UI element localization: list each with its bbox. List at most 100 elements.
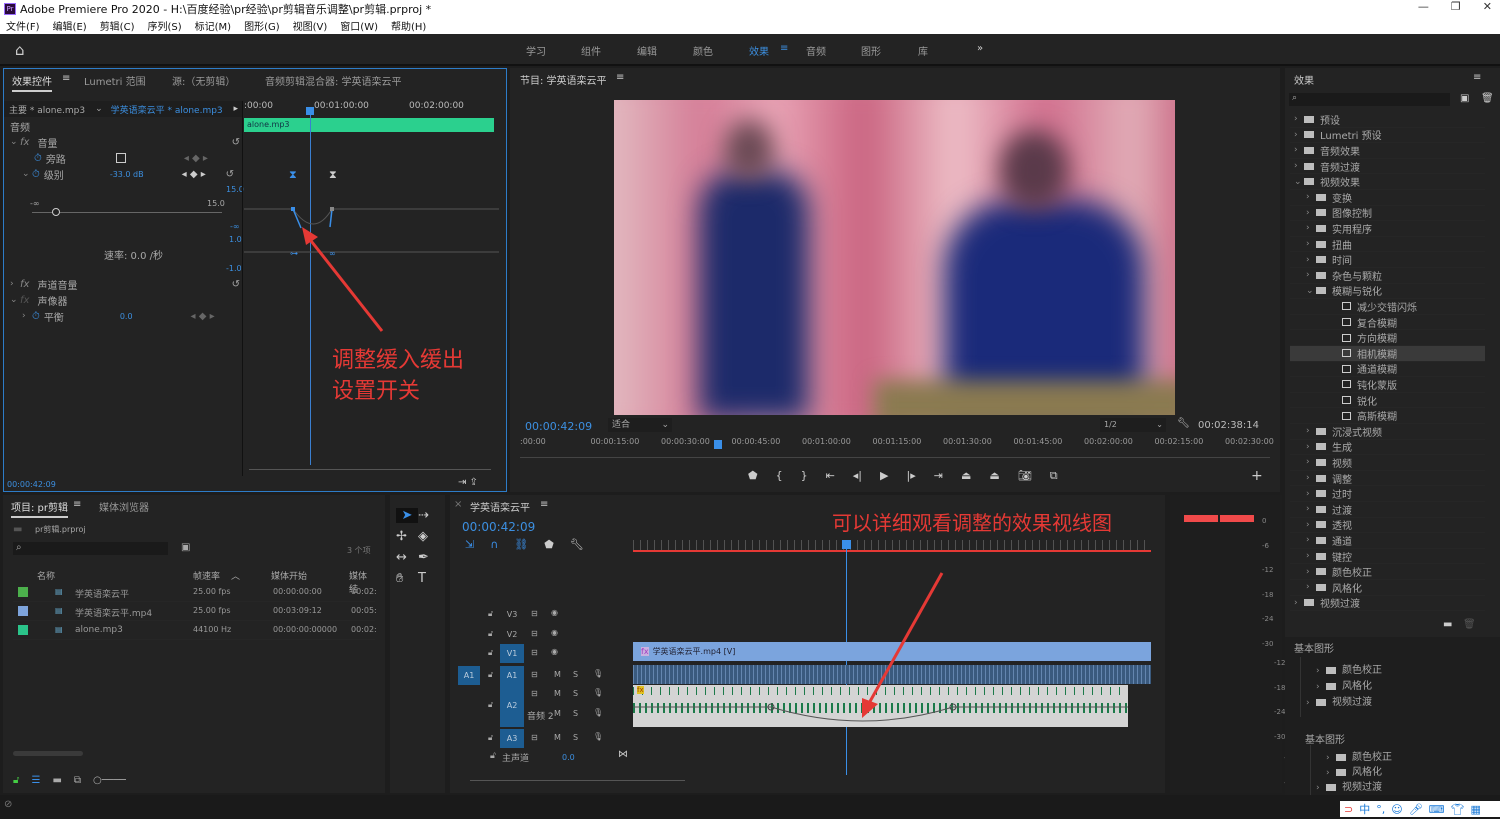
effects-tree-item[interactable]: 复合模糊 bbox=[1290, 315, 1485, 331]
lock-icon[interactable]: 🔓︎ bbox=[488, 670, 493, 680]
effects-tree-item[interactable]: › 颜色校正 bbox=[1290, 564, 1485, 580]
level-slider-thumb[interactable] bbox=[52, 208, 60, 216]
find-icon[interactable]: ▣ bbox=[181, 542, 190, 553]
effects-tree-item[interactable]: ⌄ 视频效果 bbox=[1290, 174, 1485, 190]
chevron-right-icon[interactable]: › bbox=[1306, 473, 1316, 483]
ime-toolbar[interactable]: ⊃ 中 °, ☺ 🎤︎ ⌨ 👕︎ ▦ bbox=[1340, 801, 1500, 817]
tab-media-browser[interactable]: 媒体浏览器 bbox=[99, 499, 149, 514]
chevron-down-icon[interactable]: ⌄ bbox=[1306, 286, 1316, 296]
tab-lumetri-scopes[interactable]: Lumetri 范围 bbox=[84, 73, 146, 88]
chevron-right-icon[interactable]: › bbox=[1306, 192, 1316, 202]
lock-icon[interactable]: 🔓︎ bbox=[488, 629, 493, 639]
lock-icon[interactable]: 🔓︎ bbox=[488, 733, 493, 743]
project-row[interactable]: ▤ 学英语栾云平.mp4 25.00 fps 00:03:09:12 00:05: bbox=[13, 603, 377, 621]
mark-in-icon[interactable]: { bbox=[776, 469, 783, 483]
effects-tree-item[interactable]: › 过渡 bbox=[1290, 502, 1485, 518]
lock-icon[interactable]: 🔓︎ bbox=[488, 648, 493, 658]
sequence-clip-label[interactable]: 学英语栾云平 * alone.mp3 bbox=[111, 103, 223, 116]
export-frame-icon[interactable]: 📷︎ bbox=[1018, 469, 1032, 483]
program-scrollbar[interactable] bbox=[520, 457, 1270, 458]
tab-effect-controls[interactable]: 效果控件 bbox=[12, 73, 52, 92]
effects-tree-item[interactable]: 锐化 bbox=[1290, 393, 1485, 409]
effects-tree-item[interactable]: › 音频过渡 bbox=[1290, 159, 1485, 175]
sync-lock-icon[interactable]: ⊟ bbox=[531, 733, 538, 742]
eye-icon[interactable]: ◉ bbox=[551, 608, 558, 617]
clip-bar[interactable]: alone.mp3 bbox=[244, 118, 494, 132]
solo-button[interactable]: S bbox=[573, 709, 578, 718]
effect-volume[interactable]: ⌄ fx 音量 ↺ bbox=[10, 134, 240, 150]
effects-tree-item[interactable]: › 生成 bbox=[1290, 440, 1485, 456]
resolution-dropdown[interactable]: 1/2 ⌄ bbox=[1100, 418, 1166, 432]
chevron-right-icon[interactable]: › bbox=[1306, 208, 1316, 218]
mute-button[interactable]: M bbox=[554, 709, 561, 718]
chevron-right-icon[interactable]: › bbox=[1306, 270, 1316, 280]
chevron-right-icon[interactable]: › bbox=[1306, 567, 1316, 577]
balance-value[interactable]: 0.0 bbox=[120, 312, 133, 321]
eye-icon[interactable]: ◉ bbox=[551, 647, 558, 656]
project-scrollbar[interactable] bbox=[13, 751, 83, 756]
master-value[interactable]: 0.0 bbox=[562, 753, 575, 762]
go-to-out-icon[interactable]: ⇥ bbox=[934, 469, 943, 483]
go-to-end-icon[interactable]: ⋈ bbox=[618, 749, 628, 760]
solo-button[interactable]: S bbox=[573, 733, 578, 742]
hand-tool-icon[interactable]: ✋︎ bbox=[396, 571, 418, 586]
column-name[interactable]: 名称 bbox=[37, 569, 55, 582]
workspace-more-button[interactable]: » bbox=[977, 43, 983, 54]
lock-icon[interactable]: 🔓︎ bbox=[13, 775, 19, 786]
lock-icon[interactable]: 🔓︎ bbox=[488, 700, 493, 710]
home-icon[interactable]: ⌂ bbox=[15, 41, 25, 59]
effects-tree-item[interactable]: › 变换 bbox=[1290, 190, 1485, 206]
effects-tree-item[interactable]: 通道模糊 bbox=[1290, 362, 1485, 378]
effects-tree-item[interactable]: 减少交错闪烁 bbox=[1290, 299, 1485, 315]
sync-lock-icon[interactable]: ⊟ bbox=[531, 609, 538, 618]
new-folder-icon[interactable]: ▬ bbox=[1443, 619, 1452, 630]
effects-tree-item[interactable]: › 通道 bbox=[1290, 533, 1485, 549]
menu-clip[interactable]: 剪辑(C) bbox=[100, 18, 135, 33]
play-icon[interactable]: ▶ bbox=[880, 469, 888, 483]
freeform-view-icon[interactable]: ⧉ bbox=[74, 775, 81, 786]
extract-icon[interactable]: ⏏ bbox=[989, 469, 999, 483]
sync-lock-icon[interactable]: ⊟ bbox=[531, 689, 538, 698]
mute-button[interactable]: M bbox=[554, 733, 561, 742]
ec-zoom-scrollbar[interactable] bbox=[249, 469, 491, 470]
lock-icon[interactable]: 🔓︎ bbox=[488, 609, 493, 619]
master-clip-label[interactable]: 主要 * alone.mp3 bbox=[9, 103, 85, 116]
track-select-tool-icon[interactable]: ⇢ bbox=[418, 508, 440, 523]
workspace-assembly[interactable]: 组件 bbox=[581, 43, 601, 58]
sync-lock-icon[interactable]: ⊟ bbox=[531, 670, 538, 679]
chevron-right-icon[interactable]: › bbox=[1294, 145, 1304, 155]
track-target[interactable]: A2 bbox=[500, 685, 524, 727]
ec-time-ruler[interactable]: :00:00 00:01:00:00 00:02:00:00 bbox=[244, 101, 499, 115]
menu-graphics[interactable]: 图形(G) bbox=[244, 18, 280, 33]
trash-icon[interactable]: 🗑︎ bbox=[1463, 619, 1476, 630]
slip-tool-icon[interactable]: ↔ bbox=[396, 550, 418, 565]
project-row[interactable]: ▤ 学英语栾云平 25.00 fps 00:00:00:00 00:02: bbox=[13, 584, 377, 602]
step-forward-icon[interactable]: |▸ bbox=[906, 469, 915, 483]
bypass-checkbox[interactable] bbox=[115, 153, 126, 163]
zoom-slider[interactable]: ○──── bbox=[93, 775, 126, 786]
track-target[interactable]: A1 bbox=[500, 666, 524, 685]
chevron-right-icon[interactable]: › bbox=[1294, 130, 1304, 140]
solo-button[interactable]: S bbox=[573, 689, 578, 698]
timeline-timecode[interactable]: 00:00:42:09 bbox=[462, 520, 535, 534]
effects-tree-item[interactable]: › 视频过渡 bbox=[1290, 596, 1485, 612]
ripple-edit-tool-icon[interactable]: ✢ bbox=[396, 529, 418, 544]
snap-icon[interactable]: ∩ bbox=[490, 538, 498, 551]
column-frame-rate[interactable]: 帧速率 bbox=[193, 569, 220, 582]
add-button-icon[interactable]: + bbox=[1251, 468, 1263, 484]
workspace-editing[interactable]: 编辑 bbox=[637, 43, 657, 58]
effects-tree-item[interactable]: 钝化蒙版 bbox=[1290, 377, 1485, 393]
panel-menu-icon[interactable]: ≡ bbox=[540, 499, 548, 510]
panel-menu-icon[interactable]: ≡ bbox=[62, 73, 70, 84]
selection-tool-icon[interactable]: ➤ bbox=[396, 508, 418, 523]
track-target[interactable]: A3 bbox=[500, 729, 524, 748]
panel-menu-icon[interactable]: ≡ bbox=[616, 72, 624, 83]
program-playhead[interactable] bbox=[714, 440, 722, 449]
menu-file[interactable]: 文件(F) bbox=[6, 18, 40, 33]
effects-tree-item[interactable]: › 键控 bbox=[1290, 549, 1485, 565]
workspace-libraries[interactable]: 库 bbox=[918, 43, 928, 58]
sync-lock-icon[interactable]: ⊟ bbox=[531, 629, 538, 638]
effects-tree-item[interactable]: › 视频 bbox=[1290, 455, 1485, 471]
add-marker-icon[interactable]: ⬟ bbox=[544, 538, 554, 551]
project-search-input[interactable]: ⌕ bbox=[13, 542, 168, 555]
